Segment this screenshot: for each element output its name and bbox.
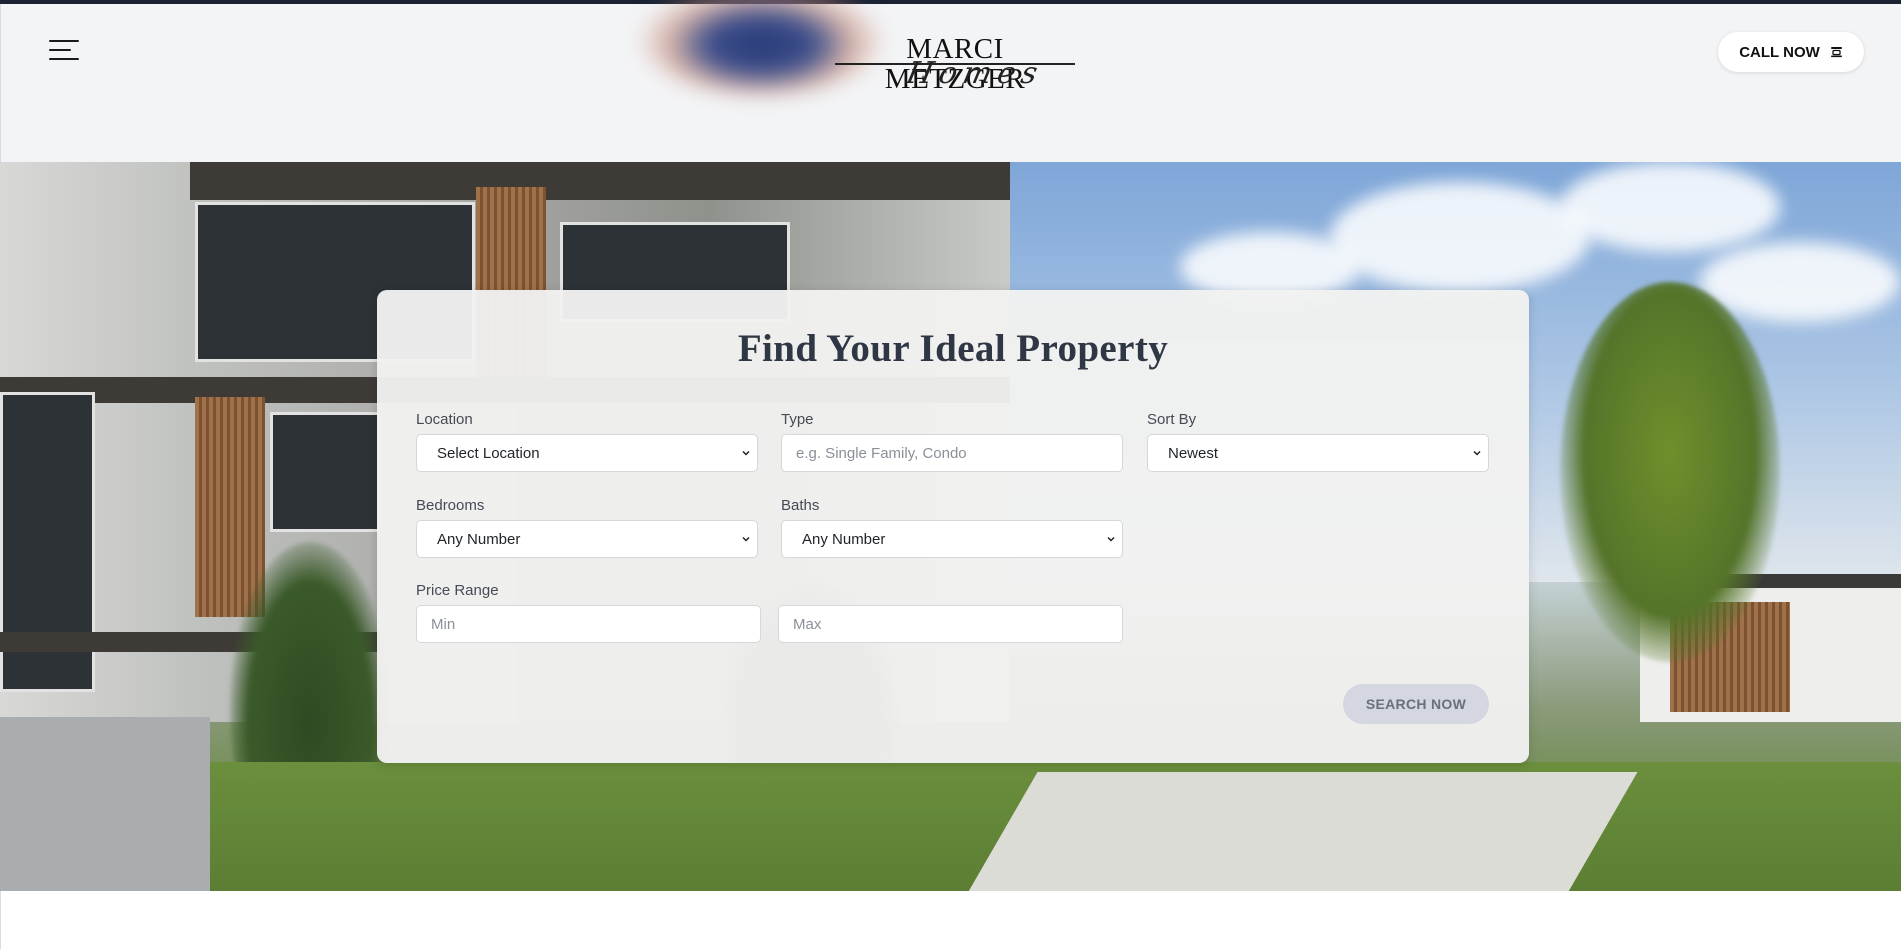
- page-below-hero: [0, 891, 1901, 949]
- call-now-label: CALL NOW: [1739, 43, 1820, 61]
- type-input-placeholder: e.g. Single Family, Condo: [796, 444, 967, 462]
- site-logo[interactable]: MARCI METZGER Homes: [835, 34, 1075, 94]
- search-title: Find Your Ideal Property: [737, 327, 1169, 370]
- location-label: Location: [416, 411, 473, 428]
- chevron-down-icon: [1473, 450, 1481, 456]
- chevron-down-icon: [742, 536, 750, 542]
- bedrooms-label: Bedrooms: [416, 497, 485, 514]
- type-input[interactable]: e.g. Single Family, Condo: [781, 434, 1123, 472]
- bedrooms-select-value: Any Number: [437, 530, 521, 548]
- price-min-input[interactable]: Min: [416, 605, 761, 643]
- type-label: Type: [781, 411, 814, 428]
- bedrooms-select[interactable]: Any Number: [416, 520, 758, 558]
- sort-by-label: Sort By: [1147, 411, 1197, 428]
- chevron-down-icon: [742, 450, 750, 456]
- price-max-input[interactable]: Max: [778, 605, 1123, 643]
- logo-script-text: Homes: [903, 56, 1047, 91]
- hero-wall: [0, 717, 210, 891]
- location-select[interactable]: Select Location: [416, 434, 758, 472]
- price-max-placeholder: Max: [793, 615, 822, 633]
- baths-label: Baths: [781, 497, 820, 514]
- baths-select-value: Any Number: [802, 530, 886, 548]
- price-range-label: Price Range: [416, 582, 499, 599]
- search-now-button[interactable]: SEARCH NOW: [1343, 684, 1489, 724]
- phone-icon: [1830, 46, 1843, 58]
- call-now-button[interactable]: CALL NOW: [1718, 32, 1864, 72]
- hamburger-menu-icon[interactable]: [49, 38, 79, 62]
- sort-by-select-value: Newest: [1168, 444, 1219, 462]
- sort-by-select[interactable]: Newest: [1147, 434, 1489, 472]
- location-select-value: Select Location: [437, 444, 540, 462]
- price-min-placeholder: Min: [431, 615, 456, 633]
- site-header: MARCI METZGER Homes CALL NOW: [0, 0, 1901, 162]
- property-search-form: Find Your Ideal Property Location Select…: [377, 290, 1529, 763]
- chevron-down-icon: [1107, 536, 1115, 542]
- hero-walkway: [962, 772, 1638, 891]
- baths-select[interactable]: Any Number: [781, 520, 1123, 558]
